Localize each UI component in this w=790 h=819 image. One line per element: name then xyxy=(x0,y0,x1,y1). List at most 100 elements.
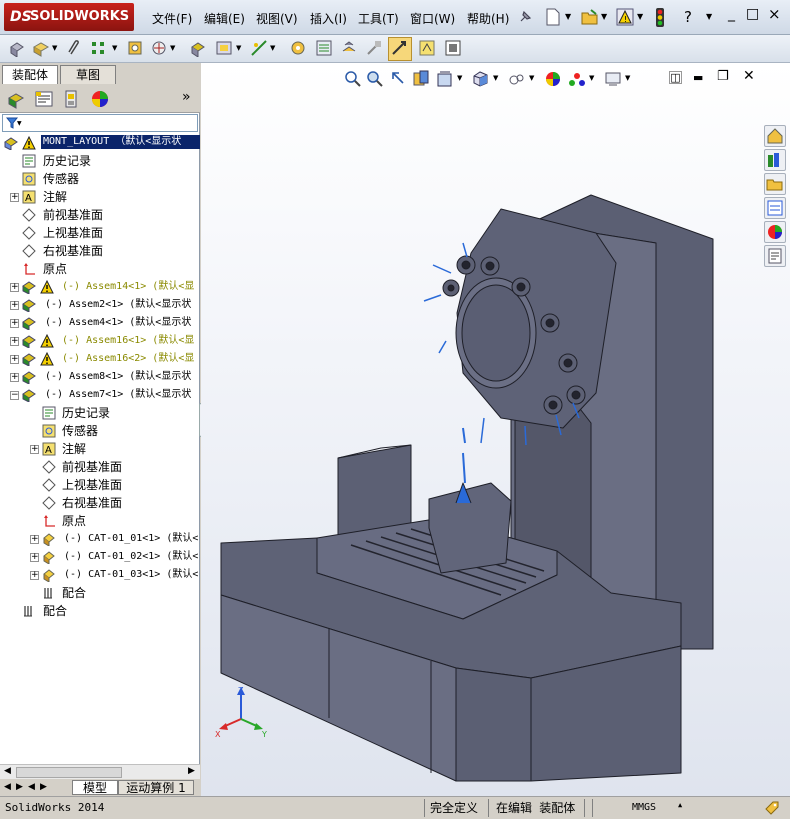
tree-item[interactable]: 历史记录 xyxy=(0,152,200,170)
tab-scroll-right-icon[interactable]: ▶ xyxy=(16,782,23,792)
minimize-button[interactable]: _ xyxy=(728,6,735,22)
help-icon[interactable]: ? xyxy=(684,8,692,26)
dropdown-arrow-icon[interactable]: ▼ xyxy=(565,12,571,21)
units-dropdown-icon[interactable]: ▲ xyxy=(678,801,682,809)
new-document-icon[interactable] xyxy=(545,8,561,26)
tree-item[interactable]: − (-) Assem7<1> (默认<显示状 xyxy=(0,386,200,404)
tree-item[interactable]: 原点 xyxy=(0,260,200,278)
tab-assembly[interactable]: 装配体 xyxy=(2,65,58,84)
large-assembly-mode-icon[interactable] xyxy=(418,39,436,57)
tree-item[interactable]: + A 注解 xyxy=(0,188,200,206)
tab-scroll-last-icon[interactable]: ▶ xyxy=(40,782,47,792)
tree-item[interactable]: 上视基准面 xyxy=(0,476,200,494)
tree-item[interactable]: 传感器 xyxy=(0,422,200,440)
tree-item[interactable]: + (-) Assem2<1> (默认<显示状 xyxy=(0,296,200,314)
menu-help[interactable]: 帮助(H) xyxy=(467,10,509,27)
dropdown-arrow-icon[interactable]: ▼ xyxy=(170,44,175,52)
maximize-button[interactable]: □ xyxy=(746,6,759,22)
menu-tools[interactable]: 工具(T) xyxy=(358,10,399,27)
expand-toggle[interactable]: + xyxy=(30,445,39,454)
tab-motion-study[interactable]: 运动算例 1 xyxy=(118,780,194,795)
configuration-manager-icon[interactable] xyxy=(62,89,82,109)
tree-item[interactable]: + (-) Assem4<1> (默认<显示状 xyxy=(0,314,200,332)
explode-line-sketch-icon[interactable] xyxy=(365,39,383,57)
rebuild-warning-icon[interactable]: ! xyxy=(616,8,634,26)
horizontal-scrollbar[interactable]: ◀ ▶ xyxy=(0,764,200,780)
custom-properties-tab[interactable] xyxy=(764,245,786,267)
tree-item[interactable]: 配合 xyxy=(0,602,200,620)
tree-item[interactable]: + (-) Assem8<1> (默认<显示状 xyxy=(0,368,200,386)
tree-item[interactable]: 前视基准面 xyxy=(0,206,200,224)
tree-item[interactable]: 右视基准面 xyxy=(0,494,200,512)
dropdown-arrow-icon[interactable]: ▼ xyxy=(601,12,607,21)
tab-scroll-left-icon[interactable]: ◀ xyxy=(4,782,11,792)
display-manager-icon[interactable] xyxy=(90,89,110,109)
solidworks-resources-tab[interactable] xyxy=(764,125,786,147)
tree-item[interactable]: + (-) Assem14<1> (默认<显 xyxy=(0,278,200,296)
graphics-area[interactable]: ▼ ▼ ▼ ▼ ▼ ◫ ▬ ❐ ✕ Z X Y xyxy=(201,63,790,796)
close-button[interactable]: × xyxy=(768,5,781,23)
design-library-tab[interactable] xyxy=(764,149,786,171)
scroll-right-icon[interactable]: ▶ xyxy=(188,766,195,776)
reference-geometry-icon[interactable] xyxy=(250,39,268,57)
appearances-tab[interactable] xyxy=(764,221,786,243)
dropdown-arrow-icon[interactable]: ▼ xyxy=(706,12,712,21)
tree-item[interactable]: 传感器 xyxy=(0,170,200,188)
view-palette-tab[interactable] xyxy=(764,197,786,219)
solidworks-logo[interactable]: DS SOLIDWORKS xyxy=(4,3,134,31)
show-hidden-icon[interactable] xyxy=(189,39,207,57)
expand-toggle[interactable]: + xyxy=(10,373,19,382)
exploded-view-icon[interactable] xyxy=(340,39,358,57)
insert-component-icon[interactable] xyxy=(8,39,26,57)
file-explorer-tab[interactable] xyxy=(764,173,786,195)
menu-file[interactable]: 文件(F) xyxy=(152,10,192,27)
expand-toggle[interactable]: + xyxy=(30,553,39,562)
open-folder-icon[interactable] xyxy=(581,8,599,26)
dropdown-arrow-icon[interactable]: ▼ xyxy=(52,44,57,52)
bill-of-materials-icon[interactable] xyxy=(315,39,333,57)
dropdown-arrow-icon[interactable]: ▼ xyxy=(637,12,643,21)
tree-item[interactable]: + (-) Assem16<2> (默认<显 xyxy=(0,350,200,368)
tree-item[interactable]: 上视基准面 xyxy=(0,224,200,242)
property-manager-icon[interactable] xyxy=(34,89,54,109)
expand-toggle[interactable]: + xyxy=(30,571,39,580)
menu-view[interactable]: 视图(V) xyxy=(256,10,298,27)
scrollbar-thumb[interactable] xyxy=(16,767,122,778)
collapse-toggle[interactable]: − xyxy=(10,391,19,400)
feature-manager-icon[interactable] xyxy=(6,89,26,109)
speedpak-icon[interactable] xyxy=(444,39,462,57)
assembly-features-icon[interactable] xyxy=(215,39,233,57)
instant3d-button[interactable] xyxy=(388,37,412,61)
pin-icon[interactable] xyxy=(518,10,532,24)
menu-window[interactable]: 窗口(W) xyxy=(410,10,455,27)
smart-fasteners-icon[interactable] xyxy=(126,39,144,57)
scroll-left-icon[interactable]: ◀ xyxy=(4,766,11,776)
dropdown-arrow-icon[interactable]: ▼ xyxy=(270,44,275,52)
new-motion-study-icon[interactable] xyxy=(289,39,307,57)
expand-toggle[interactable]: + xyxy=(30,535,39,544)
tree-item[interactable]: 历史记录 xyxy=(0,404,200,422)
tree-item[interactable]: + (-) Assem16<1> (默认<显 xyxy=(0,332,200,350)
paperclip-icon[interactable] xyxy=(66,39,82,57)
tree-item[interactable]: 前视基准面 xyxy=(0,458,200,476)
tree-item[interactable]: + (-) CAT-01_02<1> (默认< xyxy=(0,548,200,566)
tree-item[interactable]: 右视基准面 xyxy=(0,242,200,260)
move-component-icon[interactable] xyxy=(150,39,168,57)
tree-item[interactable]: + (-) CAT-01_03<1> (默认< xyxy=(0,566,200,584)
expand-panel-button[interactable]: » xyxy=(182,89,191,105)
tree-item[interactable]: + A 注解 xyxy=(0,440,200,458)
tab-sketch[interactable]: 草图 xyxy=(60,65,116,84)
tree-root[interactable]: MONT_LAYOUT （默认<显示状 xyxy=(0,134,200,152)
machine-model[interactable] xyxy=(201,63,790,796)
expand-toggle[interactable]: + xyxy=(10,283,19,292)
dropdown-arrow-icon[interactable]: ▼ xyxy=(236,44,241,52)
new-part-icon[interactable] xyxy=(32,39,50,57)
expand-toggle[interactable]: + xyxy=(10,337,19,346)
menu-insert[interactable]: 插入(I) xyxy=(310,10,347,27)
expand-toggle[interactable]: + xyxy=(10,301,19,310)
tab-scroll-first-icon[interactable]: ◀ xyxy=(28,782,35,792)
tree-item[interactable]: 配合 xyxy=(0,584,200,602)
expand-toggle[interactable]: + xyxy=(10,193,19,202)
tree-item[interactable]: 原点 xyxy=(0,512,200,530)
tree-item[interactable]: + (-) CAT-01_01<1> (默认< xyxy=(0,530,200,548)
